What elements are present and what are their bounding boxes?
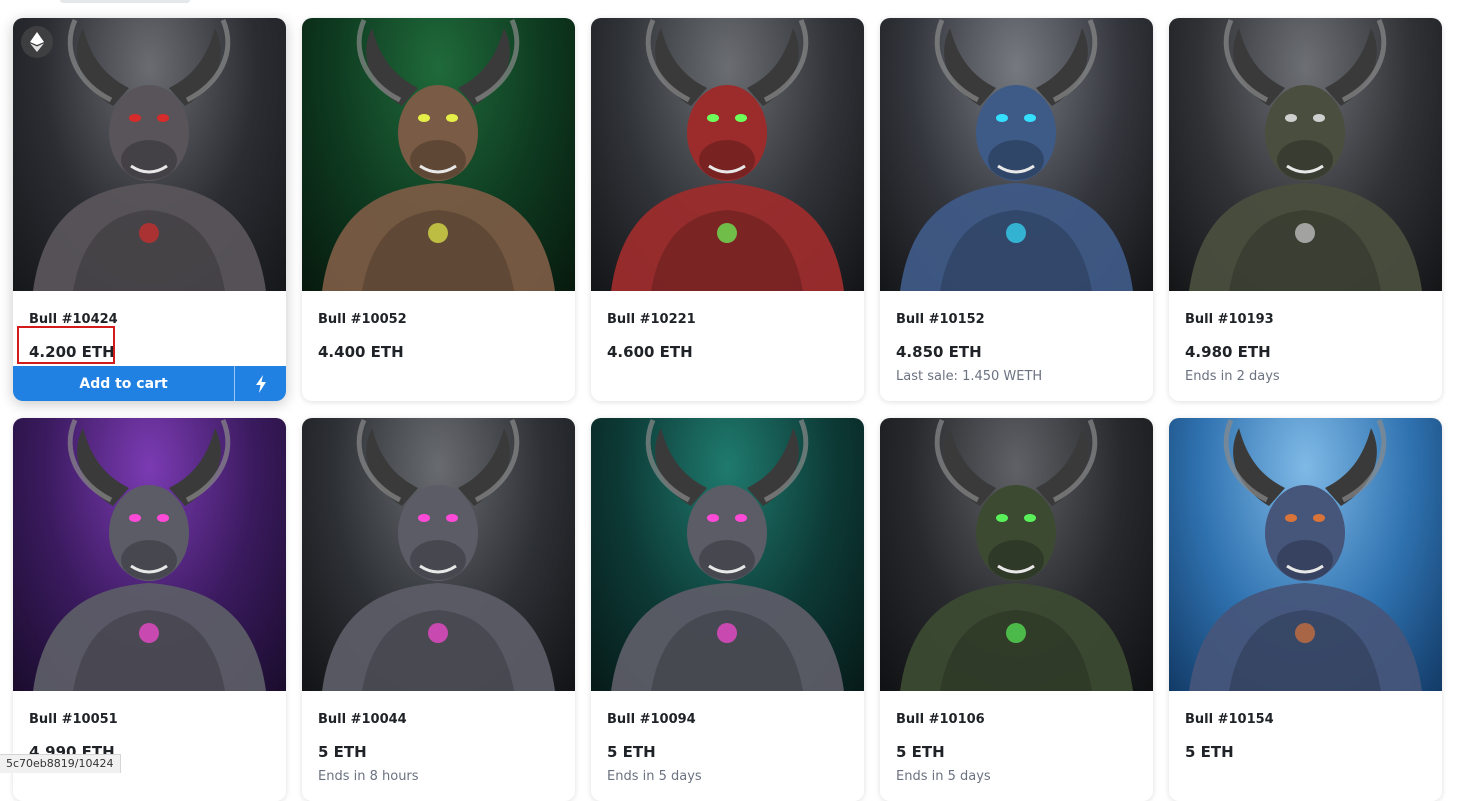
nft-card[interactable]: Bull #10106 5 ETH Ends in 5 days [880,418,1153,801]
nft-image[interactable] [1169,418,1442,691]
bull-artwork [322,18,555,291]
nft-price: 4.400 ETH [318,343,404,361]
nft-image[interactable] [13,418,286,691]
lightning-icon [255,374,266,393]
nft-card[interactable]: Bull #10152 4.850 ETH Last sale: 1.450 W… [880,18,1153,401]
nft-name[interactable]: Bull #10154 [1185,711,1426,728]
add-to-cart-button[interactable]: Add to cart [13,366,235,401]
nft-name[interactable]: Bull #10152 [896,311,1137,328]
bull-artwork [900,18,1133,291]
bull-artwork [322,418,555,691]
nft-card[interactable]: Bull #10052 4.400 ETH [302,18,575,401]
nft-card[interactable]: Bull #10094 5 ETH Ends in 5 days [591,418,864,801]
nft-price: 4.980 ETH [1185,343,1271,361]
nft-name[interactable]: Bull #10106 [896,711,1137,728]
nft-image[interactable] [1169,18,1442,291]
nft-price: 5 ETH [1185,743,1234,761]
nft-image[interactable] [302,18,575,291]
nft-subtext: Ends in 5 days [896,769,991,784]
nft-price: 4.850 ETH [896,343,982,361]
nft-name[interactable]: Bull #10424 [29,311,270,328]
nft-subtext: Ends in 5 days [607,769,702,784]
bull-artwork [33,18,266,291]
nft-price: 4.200 ETH [29,343,115,361]
nft-name[interactable]: Bull #10044 [318,711,559,728]
nft-card[interactable]: Bull #10044 5 ETH Ends in 8 hours [302,418,575,801]
nft-name[interactable]: Bull #10051 [29,711,270,728]
nft-image[interactable] [591,418,864,691]
nft-name[interactable]: Bull #10221 [607,311,848,328]
nft-subtext: Ends in 8 hours [318,769,419,784]
bull-artwork [1189,18,1422,291]
nft-price: 4.600 ETH [607,343,693,361]
top-tab-strip [60,0,190,3]
card-actions: Add to cart [13,366,286,401]
nft-price: 5 ETH [896,743,945,761]
nft-name[interactable]: Bull #10094 [607,711,848,728]
nft-card[interactable]: Bull #10051 4.990 ETH [13,418,286,801]
bull-artwork [33,418,266,691]
nft-image[interactable] [13,18,286,291]
nft-name[interactable]: Bull #10052 [318,311,559,328]
nft-card[interactable]: Bull #10221 4.600 ETH [591,18,864,401]
nft-image[interactable] [591,18,864,291]
nft-image[interactable] [302,418,575,691]
nft-card[interactable]: Bull #10424 4.200 ETH Add to cart [13,18,286,401]
bull-artwork [611,418,844,691]
nft-price: 5 ETH [607,743,656,761]
nft-card[interactable]: Bull #10154 5 ETH [1169,418,1442,801]
nft-name[interactable]: Bull #10193 [1185,311,1426,328]
nft-image[interactable] [880,418,1153,691]
nft-subtext: Last sale: 1.450 WETH [896,369,1043,384]
bull-artwork [900,418,1133,691]
status-bar-url: 5c70eb8819/10424 [0,754,121,773]
ethereum-icon [21,26,53,58]
nft-price: 5 ETH [318,743,367,761]
nft-subtext: Ends in 2 days [1185,369,1280,384]
nft-image[interactable] [880,18,1153,291]
nft-grid: Bull #10424 4.200 ETH Add to cart Bull #… [13,18,1442,801]
nft-card[interactable]: Bull #10193 4.980 ETH Ends in 2 days [1169,18,1442,401]
bull-artwork [1189,418,1422,691]
bull-artwork [611,18,844,291]
buy-now-button[interactable] [235,366,286,401]
